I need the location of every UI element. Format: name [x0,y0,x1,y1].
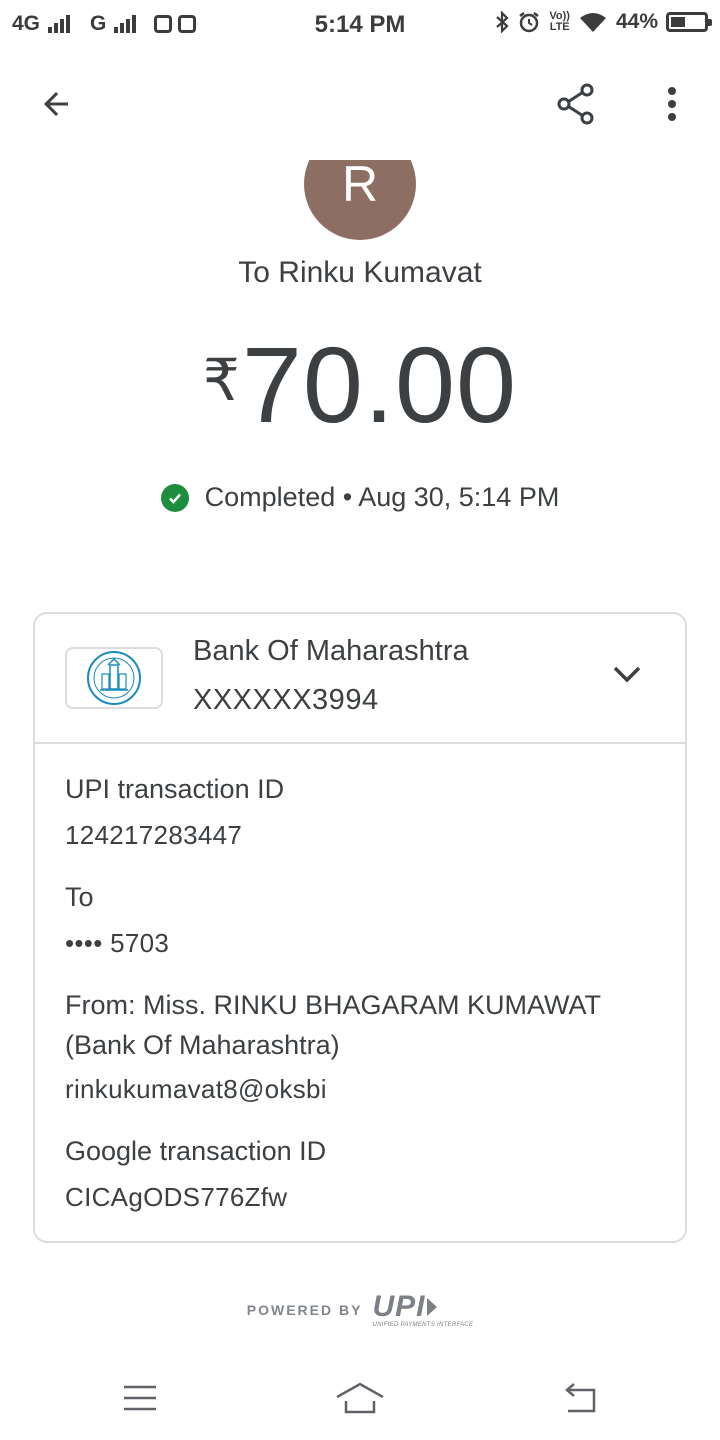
google-transaction-id-label: Google transaction ID [65,1136,327,1166]
bank-name: Bank Of Maharashtra [193,635,469,667]
check-circle-icon [160,483,189,512]
menu-icon [124,1385,156,1411]
from-name-line: From: Miss. RINKU BHAGARAM KUMAWAT [65,990,602,1020]
upi-transaction-id-value: 124217283447 [65,820,243,850]
nav-home-button[interactable] [330,1372,390,1424]
upi-subtitle: UNIFIED PAYMENTS INTERFACE [372,1322,474,1328]
upi-mark-text: UPI [372,1290,426,1323]
upi-transaction-id-label: UPI transaction ID [65,774,285,804]
volte-icon: Vo)) LTE [549,10,570,33]
app-bar-bottom-edge [0,128,720,160]
more-vert-icon [668,87,676,121]
powered-by-upi: POWERED BY UPI UNIFIED PAYMENTS INTERFAC… [0,1290,720,1329]
status-bar-right: Vo)) LTE 44% [495,10,712,34]
share-icon [557,83,594,125]
from-bank-line: (Bank Of Maharashtra) [65,1030,340,1060]
bank-account-number: XXXXXX3994 [193,684,379,716]
alarm-icon [519,12,540,33]
to-label: To [65,882,94,912]
amount-value: 70.00 [241,324,518,445]
back-button[interactable] [32,80,80,128]
bank-account-row[interactable]: Bank Of Maharashtra XXXXXX3994 [35,614,685,744]
arrow-back-icon [44,92,68,116]
status-text: Completed • Aug 30, 5:14 PM [204,482,560,512]
battery-icon [666,12,712,32]
powered-by-label: POWERED BY [246,1302,363,1318]
transaction-details-card: Bank Of Maharashtra XXXXXX3994 UPI trans… [33,612,687,1243]
bank-logo [65,647,163,709]
status-bar: 4G G 5:14 PM Vo)) LTE 44% [0,0,720,50]
from-vpa-value: rinkukumavat8@oksbi [65,1074,327,1104]
bluetooth-icon [496,11,509,33]
bank-of-maharashtra-logo-icon [87,651,141,705]
amount-display: ₹ 70.00 [0,326,720,444]
back-icon [565,1383,596,1413]
chevron-down-icon [613,666,641,683]
currency-symbol: ₹ [202,348,240,413]
payee-name: To Rinku Kumavat [238,256,482,289]
avatar-initial: R [341,156,379,212]
payment-status: Completed • Aug 30, 5:14 PM [0,482,720,513]
battery-percent: 44% [615,10,658,33]
nav-back-button[interactable] [550,1372,610,1424]
google-transaction-id-value: CICAgODS776Zfw [65,1182,288,1212]
home-icon [336,1382,384,1414]
nav-menu-button[interactable] [110,1372,170,1424]
to-account-value: •••• 5703 [65,928,170,958]
more-options-button[interactable] [648,80,696,128]
upi-logo: UPI UNIFIED PAYMENTS INTERFACE [372,1290,474,1329]
wifi-icon [579,13,606,32]
upi-arrow-icon [427,1298,438,1316]
share-button[interactable] [552,80,600,128]
